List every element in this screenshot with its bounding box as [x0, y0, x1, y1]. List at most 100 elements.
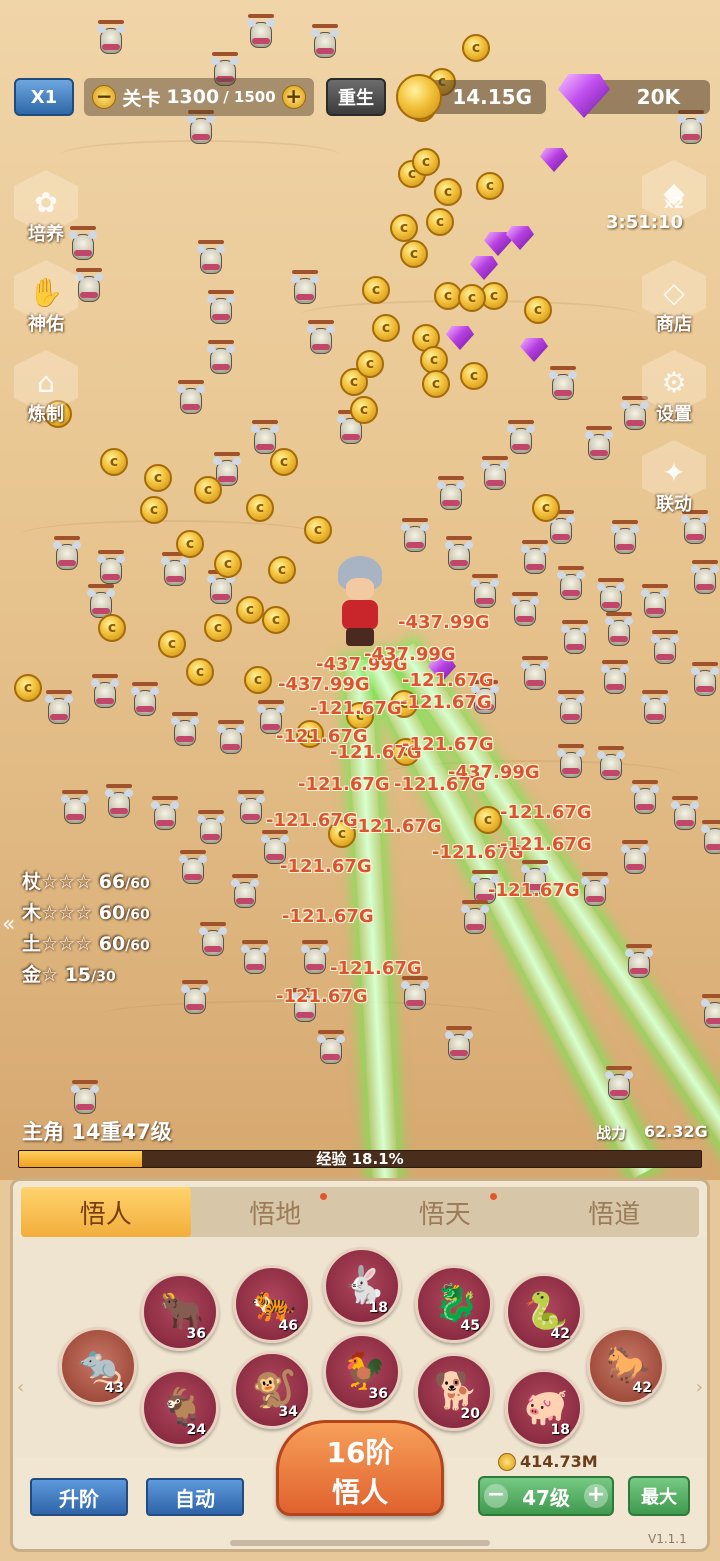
gold-coin-icon: c — [214, 550, 242, 578]
enemy-belt — [74, 250, 92, 256]
gold-coin-icon: c — [524, 296, 552, 324]
max-button[interactable]: 最大 — [628, 1476, 690, 1516]
enemy-belt — [512, 444, 530, 450]
level-minus-button[interactable]: − — [484, 1484, 508, 1508]
enemy-belt — [218, 476, 236, 482]
enemy — [556, 744, 586, 786]
zodiac-goat[interactable]: 🐐 24 — [141, 1369, 219, 1447]
enemy-belt — [646, 714, 664, 720]
enemy-body — [180, 388, 202, 414]
zodiac-dog[interactable]: 🐕 20 — [415, 1353, 493, 1431]
enemy-hp-bar — [200, 922, 226, 926]
element-name: 杖☆☆☆ — [22, 871, 99, 893]
zodiac-dragon[interactable]: 🐉 45 — [415, 1265, 493, 1343]
enemy-belt — [656, 654, 674, 660]
enemy-belt — [212, 364, 230, 370]
enemy-hp-bar — [208, 290, 234, 294]
enemy — [600, 660, 630, 702]
zodiac-snake[interactable]: 🐍 42 — [505, 1273, 583, 1351]
zodiac-ox[interactable]: 🐂 36 — [141, 1273, 219, 1351]
zodiac-level: 45 — [460, 1318, 480, 1334]
zodiac-rabbit[interactable]: 🐇 18 — [323, 1247, 401, 1325]
side-button-double[interactable]: ◆ — [636, 160, 712, 224]
tab-1[interactable]: 悟地 — [191, 1187, 361, 1237]
auto-button[interactable]: 自动 — [146, 1478, 244, 1516]
zodiac-monkey[interactable]: 🐒 34 — [233, 1351, 311, 1429]
enemy-belt — [626, 864, 644, 870]
enemy — [52, 536, 82, 578]
enemy-hp-bar — [642, 584, 668, 588]
enemy-body — [614, 528, 636, 554]
power-value: 62.32G — [644, 1122, 708, 1141]
enemy — [444, 536, 474, 578]
stage-plus-button[interactable]: + — [281, 85, 306, 109]
element-value: 60 — [98, 902, 126, 924]
enemy-body — [674, 804, 696, 830]
enemy — [690, 560, 720, 602]
enemy — [400, 518, 430, 560]
enemy-body — [200, 248, 222, 274]
zodiac-pig[interactable]: 🐖 18 — [505, 1369, 583, 1447]
element-name: 金☆ — [22, 964, 65, 986]
gold-coin-icon: c — [14, 674, 42, 702]
side-button-blessing[interactable]: ✋ 神佑 — [8, 260, 84, 336]
enemy-belt — [610, 1090, 628, 1096]
enemy-hp-bar — [46, 690, 72, 694]
enemy-belt — [202, 264, 220, 270]
enemy — [240, 940, 270, 982]
enemy-belt — [184, 874, 202, 880]
enemy-body — [314, 32, 336, 58]
enemy — [640, 584, 670, 626]
collapse-arrow-icon[interactable]: « — [2, 912, 15, 937]
element-max: /60 — [125, 907, 150, 923]
enemy-belt — [566, 644, 584, 650]
enemy-hp-bar — [258, 700, 284, 704]
enemy-belt — [586, 896, 604, 902]
gold-coin-icon: c — [412, 148, 440, 176]
stage-advance-button[interactable]: 16阶 悟人 — [276, 1420, 444, 1516]
enemy — [700, 994, 720, 1036]
enemy-body — [584, 880, 606, 906]
enemy-hp-bar — [218, 720, 244, 724]
side-button-forge[interactable]: ⌂ 炼制 — [8, 350, 84, 426]
enemy-hp-bar — [446, 536, 472, 540]
enemy-body — [304, 948, 326, 974]
gold-coin-icon: c — [462, 34, 490, 62]
enemy-body — [464, 908, 486, 934]
zodiac-tiger[interactable]: 🐅 46 — [233, 1265, 311, 1343]
enemy-body — [624, 848, 646, 874]
side-button-settings[interactable]: ⚙ 设置 — [636, 350, 712, 426]
enemy — [306, 320, 336, 362]
side-button-shop[interactable]: ◇ 商店 — [636, 260, 712, 336]
stage-minus-button[interactable]: − — [92, 85, 117, 109]
cost-value: 414.73M — [520, 1452, 598, 1471]
zodiac-rooster[interactable]: 🐓 36 — [323, 1333, 401, 1411]
enemy — [680, 510, 710, 552]
enemy — [460, 900, 490, 942]
enemy-belt — [58, 560, 76, 566]
tab-2[interactable]: 悟天 — [360, 1187, 530, 1237]
upgrade-button[interactable]: 升阶 — [30, 1478, 128, 1516]
tab-3[interactable]: 悟道 — [530, 1187, 700, 1237]
side-button-training[interactable]: ✿ 培养 — [8, 170, 84, 246]
tab-0[interactable]: 悟人 — [21, 1187, 191, 1237]
zodiac-rat[interactable]: 🐀 43 — [59, 1327, 137, 1405]
level-plus-button[interactable]: + — [584, 1484, 608, 1508]
zodiac-horse[interactable]: 🐎 42 — [587, 1327, 665, 1405]
enemy-hp-bar — [652, 630, 678, 634]
enemy-belt — [202, 834, 220, 840]
side-button-collab[interactable]: ✦ 联动 — [636, 440, 712, 516]
speed-button[interactable]: X1 — [14, 78, 74, 116]
tab-bar: 悟人 悟地 悟天 悟道 — [21, 1187, 699, 1237]
enemy-body — [74, 1088, 96, 1114]
enemy-body — [704, 828, 720, 854]
enemy-hp-bar — [558, 690, 584, 694]
enemy — [44, 690, 74, 732]
element-value: 60 — [98, 933, 126, 955]
damage-number: -121.67G — [350, 816, 442, 837]
rebirth-button[interactable]: 重生 — [326, 78, 386, 116]
enemy-belt — [686, 534, 704, 540]
enemy — [596, 746, 626, 788]
enemy-belt — [316, 48, 334, 54]
enemy-body — [164, 560, 186, 586]
